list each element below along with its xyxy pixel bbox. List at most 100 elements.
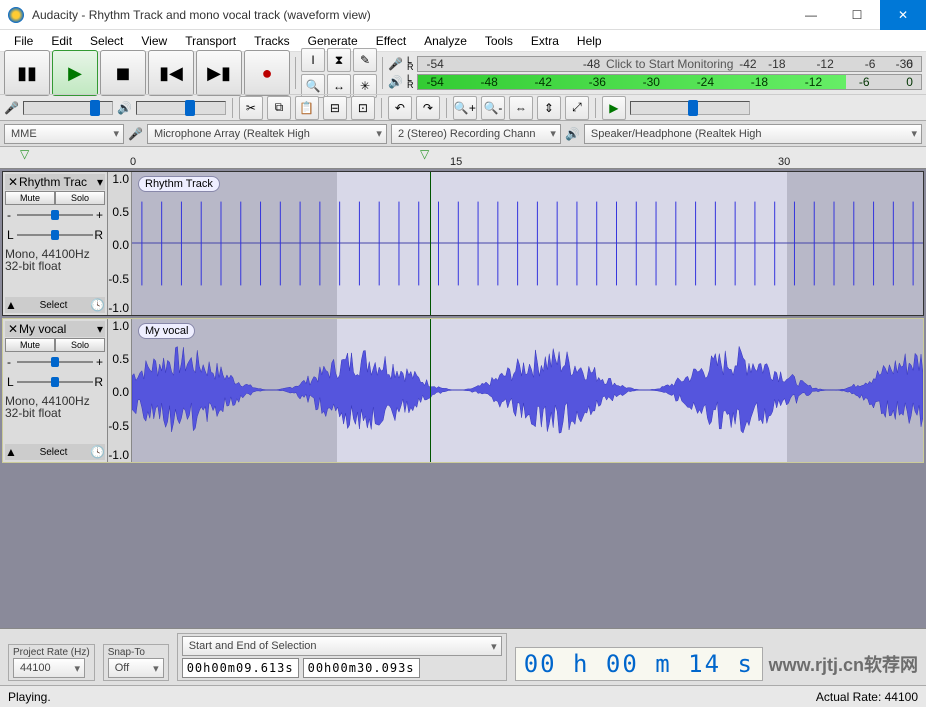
titlebar: Audacity - Rhythm Track and mono vocal t… [0,0,926,30]
record-button[interactable]: ● [244,50,290,96]
undo-button[interactable]: ↶ [388,96,412,120]
trim-button[interactable]: ⊟ [323,96,347,120]
timeline-ruler[interactable]: ▽ 0 ▽ 15 30 [0,147,926,169]
snap-to-label: Snap-To [108,647,164,658]
waveform-display[interactable]: My vocal [132,319,923,462]
track-close-button[interactable]: ✕ [7,175,19,189]
paste-button[interactable]: 📋 [295,96,319,120]
track-name[interactable]: Rhythm Trac [19,175,97,189]
play-button[interactable]: ▶ [52,50,98,96]
gain-slider[interactable]: -+ [7,208,103,222]
skip-end-button[interactable]: ▶▮ [196,50,242,96]
envelope-tool-button[interactable]: ⧗ [327,48,351,72]
mute-button[interactable]: Mute [5,338,55,352]
pan-slider[interactable]: LR [7,228,103,242]
menu-tracks[interactable]: Tracks [246,32,298,50]
menu-effect[interactable]: Effect [368,32,414,50]
playback-meter[interactable]: -54-48-42-36-30-24-18-12-60 [417,74,922,90]
menu-extra[interactable]: Extra [523,32,567,50]
menubar: File Edit Select View Transport Tracks G… [0,30,926,52]
app-logo-icon [8,7,24,23]
recording-device-combo[interactable]: Microphone Array (Realtek High [147,124,387,144]
menu-select[interactable]: Select [82,32,131,50]
mic-icon: 🎤 [388,57,403,71]
maximize-button[interactable]: ☐ [834,0,880,30]
snap-to-combo[interactable]: Off [108,658,164,678]
recording-channels-combo[interactable]: 2 (Stereo) Recording Chann [391,124,561,144]
menu-view[interactable]: View [133,32,175,50]
device-toolbar: MME 🎤 Microphone Array (Realtek High 2 (… [0,121,926,147]
playback-volume-slider[interactable] [136,101,226,115]
solo-button[interactable]: Solo [55,191,105,205]
cut-button[interactable]: ✂ [239,96,263,120]
stop-button[interactable]: ◼ [100,50,146,96]
track-row: ✕ My vocal ▾ Mute Solo -+ LR Mono, 44100… [2,318,924,463]
track-format-label: Mono, 44100Hz32-bit float [5,396,105,420]
redo-button[interactable]: ↷ [416,96,440,120]
menu-transport[interactable]: Transport [177,32,244,50]
recording-volume-slider[interactable] [23,101,113,115]
pan-slider[interactable]: LR [7,375,103,389]
project-rate-label: Project Rate (Hz) [13,647,90,658]
track-menu-icon[interactable]: ▾ [97,322,103,336]
menu-generate[interactable]: Generate [300,32,366,50]
menu-tools[interactable]: Tools [477,32,521,50]
selection-start-input[interactable]: 00h00m09.613s [182,658,299,678]
ruler-tick: 30 [778,156,790,168]
recording-meter[interactable]: -54-48-42-36 Click to Start Monitoring -… [417,56,922,72]
track-name[interactable]: My vocal [19,322,97,336]
clip-label[interactable]: My vocal [138,323,195,339]
selection-mode-combo[interactable]: Start and End of Selection [182,636,502,656]
silence-button[interactable]: ⊡ [351,96,375,120]
mic-slider-icon: 🎤 [4,101,19,115]
menu-edit[interactable]: Edit [43,32,80,50]
menu-analyze[interactable]: Analyze [416,32,475,50]
track-menu-icon[interactable]: ▾ [97,175,103,189]
collapse-icon[interactable]: ▲ [5,298,17,312]
zoom-out-button[interactable]: 🔍- [481,96,505,120]
status-bar: Playing. Actual Rate: 44100 [0,685,926,707]
skip-start-button[interactable]: ▮◀ [148,50,194,96]
track-control-panel[interactable]: ✕ Rhythm Trac ▾ Mute Solo -+ LR Mono, 44… [3,172,108,315]
playback-device-combo[interactable]: Speaker/Headphone (Realtek High [584,124,922,144]
close-button[interactable]: ✕ [880,0,926,30]
play-at-speed-button[interactable]: ▶ [602,96,626,120]
collapse-icon[interactable]: ▲ [5,445,17,459]
rec-channel-label: LR [407,57,414,71]
vertical-scale[interactable]: 1.00.50.0-0.5-1.0 [108,172,132,315]
mute-button[interactable]: Mute [5,191,55,205]
status-message: Playing. [8,690,51,704]
clip-label[interactable]: Rhythm Track [138,176,220,192]
minimize-button[interactable]: — [788,0,834,30]
fit-project-button[interactable]: ⇕ [537,96,561,120]
playhead-icon[interactable]: ▽ [420,147,429,161]
gain-slider[interactable]: -+ [7,355,103,369]
time-display[interactable]: 00 h 00 m 14 s [515,647,763,681]
zoom-toggle-button[interactable]: ⤢ [565,96,589,120]
selection-end-input[interactable]: 00h00m30.093s [303,658,420,678]
track-control-panel[interactable]: ✕ My vocal ▾ Mute Solo -+ LR Mono, 44100… [3,319,108,462]
menu-help[interactable]: Help [569,32,610,50]
audio-host-combo[interactable]: MME [4,124,124,144]
sync-lock-icon: 🕓 [90,445,105,459]
pause-button[interactable]: ▮▮ [4,50,50,96]
menu-file[interactable]: File [6,32,41,50]
window-title: Audacity - Rhythm Track and mono vocal t… [32,8,788,22]
selection-tool-button[interactable]: I [301,48,325,72]
track-select-button[interactable]: Select [17,300,90,311]
toolbars: ▮▮ ▶ ◼ ▮◀ ▶▮ ● I ⧗ ✎ 🔍 ↔ ✳ 🎤 LR -54-48-4… [0,52,926,121]
waveform-display[interactable]: Rhythm Track [132,172,923,315]
play-channel-label: LR [407,75,414,89]
fit-selection-button[interactable]: ⇔ [509,96,533,120]
draw-tool-button[interactable]: ✎ [353,48,377,72]
solo-button[interactable]: Solo [55,338,105,352]
vertical-scale[interactable]: 1.00.50.0-0.5-1.0 [108,319,132,462]
project-rate-combo[interactable]: 44100 [13,658,85,678]
copy-button[interactable]: ⧉ [267,96,291,120]
play-speed-slider[interactable] [630,101,750,115]
track-close-button[interactable]: ✕ [7,322,19,336]
track-select-button[interactable]: Select [17,447,90,458]
quickplay-start-icon[interactable]: ▽ [20,147,29,161]
speaker-slider-icon: 🔊 [117,101,132,115]
zoom-in-button[interactable]: 🔍+ [453,96,477,120]
